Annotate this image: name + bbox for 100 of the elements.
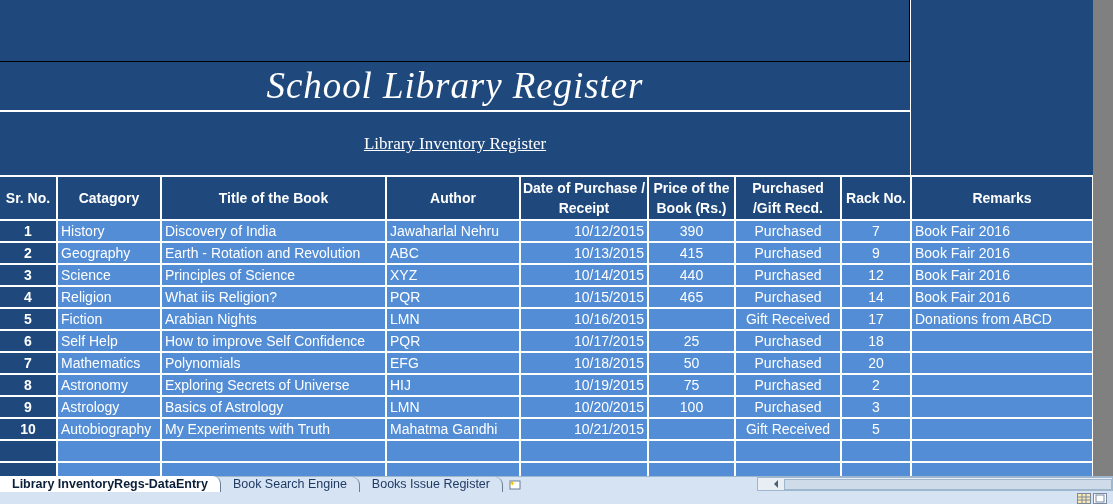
sheet-subtitle: Library Inventory Register — [363, 132, 547, 155]
table-cell: My Experiments with Truth — [162, 419, 385, 439]
column-header: Title of the Book — [162, 177, 385, 219]
table-cell: 18 — [842, 331, 910, 351]
table-cell: 10/17/2015 — [521, 331, 647, 351]
column-header: Rack No. — [842, 177, 910, 219]
column-header: Sr. No. — [0, 177, 56, 219]
table-cell: 5 — [842, 419, 910, 439]
table-cell: 6 — [0, 331, 56, 351]
table-cell: Arabian Nights — [162, 309, 385, 329]
table-cell: Mahatma Gandhi — [387, 419, 519, 439]
table-cell: 10/15/2015 — [521, 287, 647, 307]
table-cell: 10 — [0, 419, 56, 439]
table-cell: Self Help — [58, 331, 160, 351]
table-cell: Discovery of India — [162, 221, 385, 241]
normal-view-icon[interactable] — [1077, 493, 1091, 504]
column-header: Purchased /Gift Recd. — [736, 177, 840, 219]
table-cell: Autobiography — [58, 419, 160, 439]
table-cell: Gift Received — [736, 309, 840, 329]
table-cell: 75 — [649, 375, 734, 395]
table-cell: Earth - Rotation and Revolution — [162, 243, 385, 263]
table-cell: 25 — [649, 331, 734, 351]
table-cell: ABC — [387, 243, 519, 263]
table-cell: 9 — [0, 397, 56, 417]
table-cell: 7 — [842, 221, 910, 241]
table-cell: LMN — [387, 397, 519, 417]
table-cell — [842, 441, 910, 461]
table-cell: Purchased — [736, 287, 840, 307]
table-cell: Purchased — [736, 265, 840, 285]
table-cell: 4 — [0, 287, 56, 307]
selected-cell-outline[interactable] — [0, 0, 910, 62]
table-cell: History — [58, 221, 160, 241]
scroll-left-icon[interactable] — [772, 479, 780, 489]
table-cell: Mathematics — [58, 353, 160, 373]
new-sheet-icon[interactable] — [506, 478, 523, 491]
table-cell: 390 — [649, 221, 734, 241]
table-cell: Book Fair 2016 — [912, 221, 1092, 241]
column-header: Date of Purchase / Receipt — [521, 177, 647, 219]
table-cell: 10/19/2015 — [521, 375, 647, 395]
page-layout-icon[interactable] — [1093, 493, 1107, 504]
table-cell: 100 — [649, 397, 734, 417]
table-cell: 10/16/2015 — [521, 309, 647, 329]
table-cell: Purchased — [736, 331, 840, 351]
table-cell: Religion — [58, 287, 160, 307]
table-cell: Basics of Astrology — [162, 397, 385, 417]
table-cell: 440 — [649, 265, 734, 285]
table-cell: 10/13/2015 — [521, 243, 647, 263]
table-cell: Jawaharlal Nehru — [387, 221, 519, 241]
table-cell: Purchased — [736, 353, 840, 373]
table-cell: Principles of Science — [162, 265, 385, 285]
table-cell: Science — [58, 265, 160, 285]
sheet-title: School Library Register — [266, 64, 644, 109]
table-cell: Book Fair 2016 — [912, 287, 1092, 307]
table-cell: 415 — [649, 243, 734, 263]
table-cell: Geography — [58, 243, 160, 263]
table-cell: Astronomy — [58, 375, 160, 395]
vertical-scrollbar[interactable] — [1093, 0, 1113, 476]
table-cell: Purchased — [736, 397, 840, 417]
table-cell: 10/20/2015 — [521, 397, 647, 417]
table-cell: 10/14/2015 — [521, 265, 647, 285]
table-cell: 2 — [842, 375, 910, 395]
table-cell: 12 — [842, 265, 910, 285]
table-cell: LMN — [387, 309, 519, 329]
table-cell: 3 — [0, 265, 56, 285]
table-cell: 7 — [0, 353, 56, 373]
table-cell: 465 — [649, 287, 734, 307]
table-cell: What iis Religion? — [162, 287, 385, 307]
scrollbar-thumb[interactable] — [784, 478, 1112, 490]
table-cell: 50 — [649, 353, 734, 373]
column-header: Price of the Book (Rs.) — [649, 177, 734, 219]
table-cell: 5 — [0, 309, 56, 329]
table-cell: EFG — [387, 353, 519, 373]
table-cell: HIJ — [387, 375, 519, 395]
table-cell: 14 — [842, 287, 910, 307]
table-cell: 20 — [842, 353, 910, 373]
table-cell: 17 — [842, 309, 910, 329]
table-cell: 3 — [842, 397, 910, 417]
table-cell: 10/21/2015 — [521, 419, 647, 439]
column-header: Remarks — [912, 177, 1092, 219]
table-cell: 9 — [842, 243, 910, 263]
table-cell — [0, 441, 56, 461]
table-cell: Book Fair 2016 — [912, 243, 1092, 263]
horizontal-scrollbar[interactable] — [757, 477, 1113, 491]
sheet-tab[interactable]: Library InventoryRegs-DataEntry — [0, 476, 221, 492]
table-cell: XYZ — [387, 265, 519, 285]
table-cell: Polynomials — [162, 353, 385, 373]
table-cell: 2 — [0, 243, 56, 263]
table-cell: 10/12/2015 — [521, 221, 647, 241]
table-cell: How to improve Self Confidence — [162, 331, 385, 351]
table-cell: PQR — [387, 287, 519, 307]
column-header: Author — [387, 177, 519, 219]
table-cell: Donations from ABCD — [912, 309, 1092, 329]
table-cell: 10/18/2015 — [521, 353, 647, 373]
table-cell: Book Fair 2016 — [912, 265, 1092, 285]
table-cell: Astrology — [58, 397, 160, 417]
table-cell: 1 — [0, 221, 56, 241]
table-cell: 8 — [0, 375, 56, 395]
table-cell: Purchased — [736, 375, 840, 395]
table-cell: PQR — [387, 331, 519, 351]
table-cell: Exploring Secrets of Universe — [162, 375, 385, 395]
